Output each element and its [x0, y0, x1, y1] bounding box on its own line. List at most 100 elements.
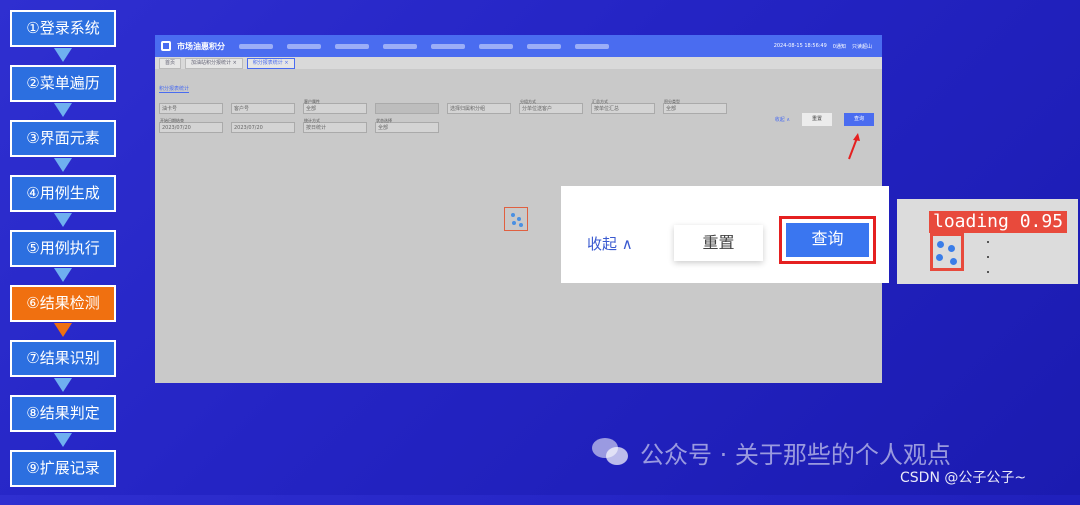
step-flow: ①登录系统 ②菜单遍历 ③界面元素 ④用例生成 ⑤用例执行 ⑥结果检测 ⑦结果识… — [10, 10, 116, 505]
filter-field[interactable]: 油卡号 — [159, 103, 223, 114]
watermark-text: 公众号 · 关于那些的个人观点 — [640, 441, 951, 469]
step-4: ④用例生成 — [10, 175, 116, 227]
app-topbar: 市场油惠积分 2024-08-15 18:56:49 0通知 只读超山 — [155, 35, 882, 57]
loader-dot — [519, 223, 523, 227]
step-label: ①登录系统 — [26, 19, 100, 37]
filter-row-1: 油卡号 客户号 客户属性 全部 选择归属积分组 分组方式 分单位送客户 汇总方式 按单位汇总 积分… — [159, 99, 878, 114]
field-value: 客户号 — [234, 106, 250, 112]
step-1: ①登录系统 — [10, 10, 116, 62]
tick-mark — [987, 271, 989, 273]
field-label: 汇总方式 — [592, 99, 608, 104]
filter-field[interactable]: 选择归属积分组 — [447, 103, 511, 114]
step-label: ⑥结果检测 — [26, 294, 100, 312]
loader-dot — [512, 221, 516, 225]
field-label: 统计方式 — [304, 118, 320, 123]
field-label: 积分类型 — [664, 99, 680, 104]
zoom-panel: 收起 ∧ 重置 查询 — [561, 186, 889, 283]
loader-dot — [936, 254, 943, 261]
tab-station-stats[interactable]: 加油站积分报统计 × — [185, 57, 243, 69]
reset-button[interactable]: 重置 — [802, 113, 832, 126]
filter-field[interactable]: 汇总方式 按单位汇总 — [591, 99, 655, 114]
step-8: ⑧结果判定 — [10, 395, 116, 447]
filter-field[interactable]: 2023/07/20 — [231, 122, 295, 133]
down-arrow-icon — [54, 103, 72, 117]
down-arrow-icon — [54, 48, 72, 62]
nav-item[interactable] — [383, 43, 417, 49]
down-arrow-icon — [54, 323, 72, 337]
filter-row-2: 开始日期结束 2023/07/20 2023/07/20 统计方式 按日统计 状态选择 全部 — [159, 118, 878, 133]
step-label: ⑨扩展记录 — [26, 459, 100, 477]
zoom-collapse-link[interactable]: 收起 ∧ — [587, 233, 633, 254]
field-value: 油卡号 — [162, 106, 178, 112]
nav-item[interactable] — [431, 43, 465, 49]
loader-dot — [517, 217, 521, 221]
tick-mark — [987, 241, 989, 243]
tab-bar: 首页 加油站积分报统计 × 积分报表统计 × — [155, 57, 882, 69]
loader-dot — [511, 213, 515, 217]
zoom-reset-button[interactable]: 重置 — [674, 225, 763, 261]
field-value: 选择归属积分组 — [450, 106, 486, 112]
nav-item[interactable] — [479, 43, 513, 49]
datetime: 2024-08-15 18:56:49 — [773, 42, 827, 49]
zoom-query-button[interactable]: 查询 — [786, 223, 869, 257]
down-arrow-icon — [54, 213, 72, 227]
step-label: ③界面元素 — [26, 129, 100, 147]
tick-mark — [987, 256, 989, 258]
red-arrow-icon — [848, 133, 860, 160]
tab-home[interactable]: 首页 — [159, 57, 182, 69]
step-label: ②菜单遍历 — [26, 74, 100, 92]
loading-spinner-icon — [504, 207, 528, 231]
down-arrow-icon — [54, 268, 72, 282]
content-area: 积分报表统计 油卡号 客户号 客户属性 全部 选择归属积分组 分组方式 分单位送客户 汇总方式… — [155, 69, 882, 143]
field-label: 开始日期结束 — [160, 118, 184, 123]
notice-link[interactable]: 0通知 — [833, 43, 846, 50]
filter-field[interactable]: 客户号 — [231, 103, 295, 114]
nav-item[interactable] — [239, 43, 273, 49]
detection-label: loading 0.95 — [929, 211, 1068, 233]
app-logo-icon — [161, 41, 171, 51]
detection-box — [930, 233, 964, 271]
nav-item[interactable] — [575, 43, 609, 49]
highlight-box: 查询 — [779, 216, 876, 264]
step-6-active: ⑥结果检测 — [10, 285, 116, 337]
tab-points-report[interactable]: 积分报表统计 × — [246, 57, 295, 69]
mini-button-row: 收起 ∧ 重置 查询 — [775, 113, 874, 126]
step-9: ⑨扩展记录 — [10, 450, 116, 487]
step-5: ⑤用例执行 — [10, 230, 116, 282]
step-label: ⑧结果判定 — [26, 404, 100, 422]
user-info: 2024-08-15 18:56:49 0通知 只读超山 — [774, 43, 872, 50]
step-7: ⑦结果识别 — [10, 340, 116, 392]
collapse-link[interactable]: 收起 ∧ — [775, 116, 790, 123]
down-arrow-icon — [54, 433, 72, 447]
field-label: 分组方式 — [520, 99, 536, 104]
step-2: ②菜单遍历 — [10, 65, 116, 117]
down-arrow-icon — [54, 158, 72, 172]
step-label: ⑤用例执行 — [26, 239, 100, 257]
loader-dot — [948, 245, 955, 252]
query-button[interactable]: 查询 — [844, 113, 874, 126]
step-label: ④用例生成 — [26, 184, 100, 202]
wechat-icon — [592, 437, 630, 468]
filter-field[interactable]: 统计方式 按日统计 — [303, 118, 367, 133]
filter-field[interactable]: 积分类型 全部 — [663, 99, 727, 114]
nav-item[interactable] — [287, 43, 321, 49]
filter-field[interactable] — [375, 103, 439, 114]
top-nav — [239, 43, 774, 49]
loader-dot — [950, 258, 957, 265]
loader-dot — [937, 241, 944, 248]
down-arrow-icon — [54, 378, 72, 392]
field-value: 2023/07/20 — [234, 125, 263, 131]
detection-panel: loading 0.95 — [897, 199, 1078, 284]
watermark: 公众号 · 关于那些的个人观点 — [592, 435, 951, 470]
filter-field[interactable]: 开始日期结束 2023/07/20 — [159, 118, 223, 133]
nav-item[interactable] — [527, 43, 561, 49]
app-title: 市场油惠积分 — [177, 41, 225, 51]
csdn-credit: CSDN @公子公子~ — [900, 470, 1027, 486]
user-name[interactable]: 只读超山 — [852, 43, 872, 50]
nav-item[interactable] — [335, 43, 369, 49]
page-subtitle: 积分报表统计 — [159, 86, 190, 93]
filter-field[interactable]: 状态选择 全部 — [375, 118, 439, 133]
filter-field[interactable]: 客户属性 全部 — [303, 99, 367, 114]
filter-field[interactable]: 分组方式 分单位送客户 — [519, 99, 583, 114]
step-label: ⑦结果识别 — [26, 349, 100, 367]
